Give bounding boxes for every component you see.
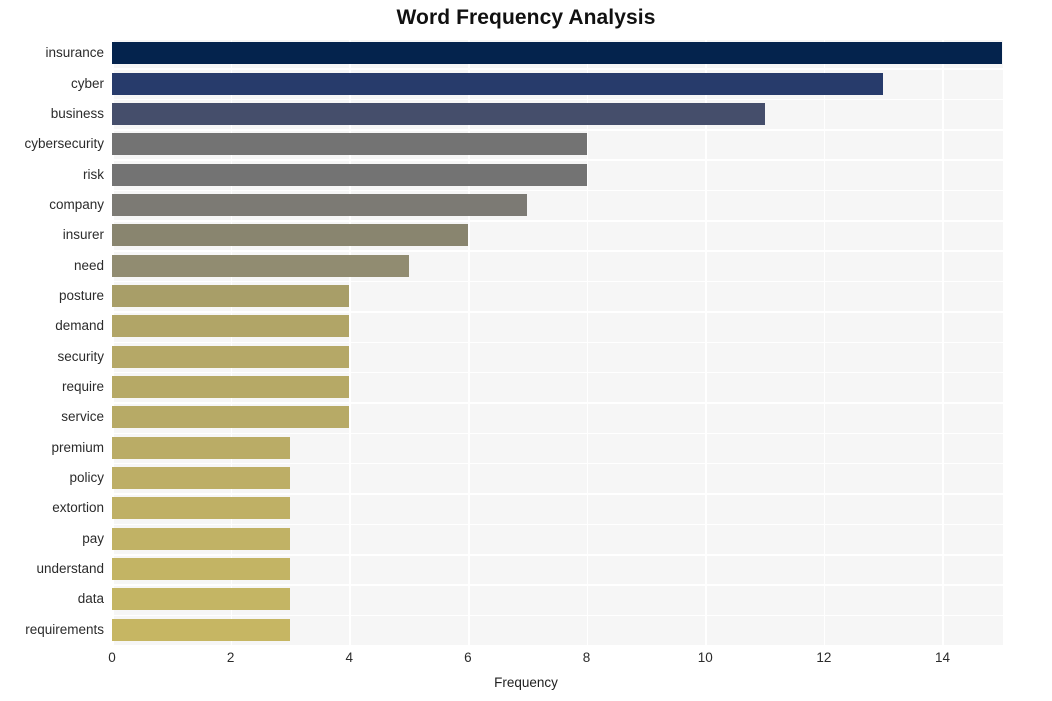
y-axis-tick-labels: insurance cyber business cybersecurity risk c… — [0, 38, 104, 645]
bar-understand — [112, 558, 290, 581]
bar-row — [112, 250, 1003, 280]
bar-insurer — [112, 224, 468, 247]
bar-row — [112, 190, 1003, 220]
chart-figure: Word Frequency Analysis insurance cyber bu… — [0, 0, 1052, 701]
bar-row — [112, 311, 1003, 341]
gridline-horizontal — [112, 645, 1003, 647]
y-tick-label-data: data — [77, 591, 104, 607]
y-tick-label-require: require — [61, 379, 104, 395]
bar-premium — [112, 436, 290, 459]
y-tick-label-extortion: extortion — [52, 500, 104, 516]
bar-policy — [112, 467, 290, 490]
bar-requirements — [112, 618, 290, 641]
bar-row — [112, 372, 1003, 402]
bar-row — [112, 68, 1003, 98]
bar-row — [112, 554, 1003, 584]
bar-require — [112, 376, 350, 399]
x-axis-tick-labels: 0 2 4 6 8 10 12 14 — [0, 650, 1052, 672]
bar-row — [112, 463, 1003, 493]
y-tick-label-policy: policy — [69, 470, 104, 486]
chart-title: Word Frequency Analysis — [396, 6, 656, 29]
bar-service — [112, 406, 350, 429]
bar-business — [112, 102, 765, 125]
bar-security — [112, 345, 350, 368]
bar-row — [112, 38, 1003, 68]
bar-data — [112, 588, 290, 611]
y-tick-label-need: need — [73, 257, 104, 273]
y-tick-label-pay: pay — [82, 530, 104, 546]
bar-company — [112, 193, 528, 216]
bar-cyber — [112, 72, 884, 95]
bar-row — [112, 524, 1003, 554]
y-tick-label-security: security — [57, 348, 104, 364]
bar-row — [112, 584, 1003, 614]
x-axis-title: Frequency — [494, 675, 558, 690]
plot-area — [112, 38, 1003, 647]
y-tick-label-company: company — [49, 196, 104, 212]
x-tick-label-4: 4 — [345, 650, 354, 665]
y-tick-label-business: business — [50, 105, 104, 121]
bar-row — [112, 433, 1003, 463]
x-tick-label-2: 2 — [226, 650, 235, 665]
bar-need — [112, 254, 409, 277]
y-tick-label-requirements: requirements — [25, 621, 104, 637]
y-tick-label-cybersecurity: cybersecurity — [24, 136, 104, 152]
x-tick-label-12: 12 — [816, 650, 832, 665]
bar-insurance — [112, 42, 1002, 65]
bar-pay — [112, 527, 290, 550]
y-tick-label-insurance: insurance — [45, 45, 104, 61]
y-tick-label-premium: premium — [51, 439, 104, 455]
y-tick-label-posture: posture — [58, 287, 104, 303]
x-tick-label-14: 14 — [934, 650, 950, 665]
bar-row — [112, 99, 1003, 129]
bar-row — [112, 493, 1003, 523]
y-tick-label-cyber: cyber — [70, 75, 104, 91]
y-tick-label-insurer: insurer — [62, 227, 104, 243]
bar-cybersecurity — [112, 133, 587, 156]
y-tick-label-service: service — [61, 409, 104, 425]
bar-row — [112, 129, 1003, 159]
bar-extortion — [112, 497, 290, 520]
y-tick-label-demand: demand — [55, 318, 104, 334]
bar-demand — [112, 315, 350, 338]
y-tick-label-understand: understand — [36, 561, 104, 577]
bar-row — [112, 281, 1003, 311]
bar-row — [112, 159, 1003, 189]
x-tick-label-6: 6 — [464, 650, 472, 665]
bar-row — [112, 220, 1003, 250]
x-tick-label-10: 10 — [697, 650, 713, 665]
x-tick-label-0: 0 — [108, 650, 116, 665]
bar-row — [112, 342, 1003, 372]
bar-row — [112, 402, 1003, 432]
bar-posture — [112, 284, 350, 307]
x-tick-label-8: 8 — [582, 650, 591, 665]
bar-risk — [112, 163, 587, 186]
y-tick-label-risk: risk — [83, 166, 104, 182]
bar-row — [112, 615, 1003, 645]
